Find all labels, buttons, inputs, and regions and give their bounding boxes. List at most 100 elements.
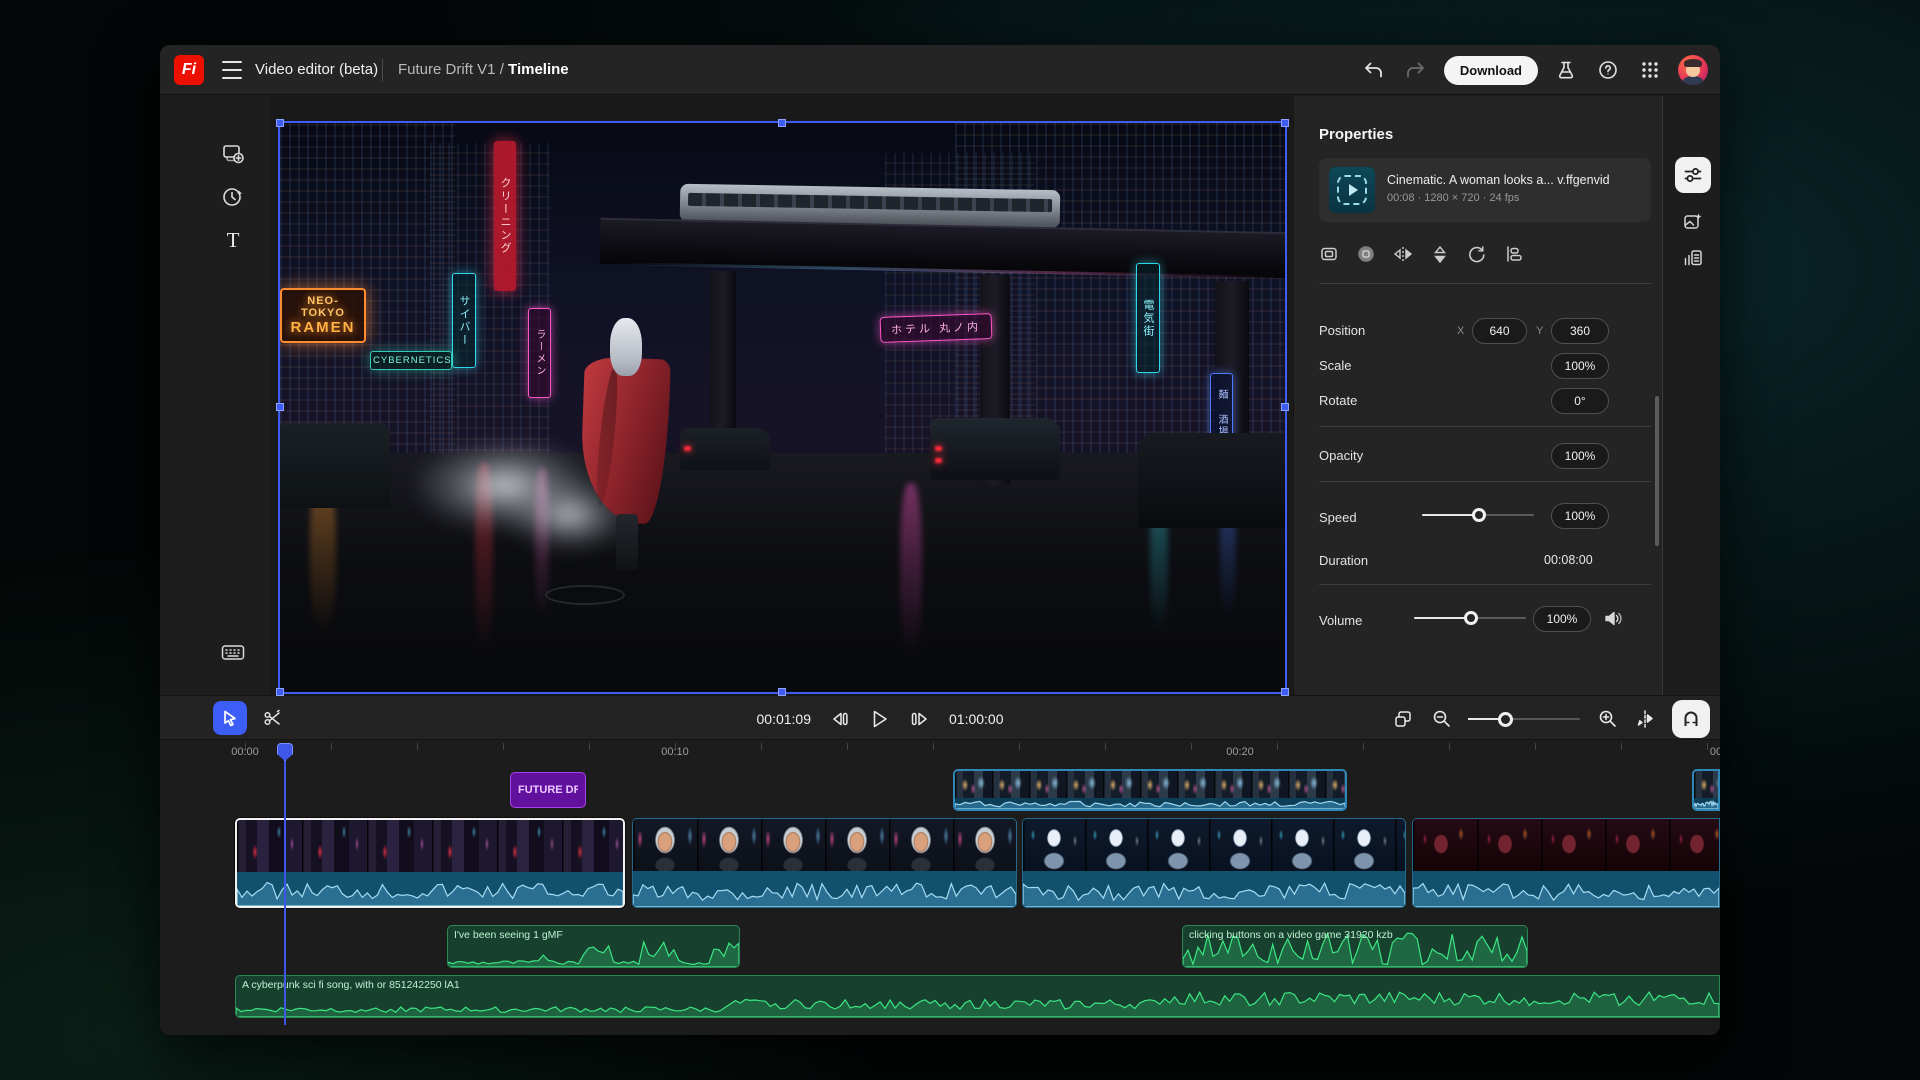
selected-clip-card[interactable]: Cinematic. A woman looks a... v.ffgenvid… xyxy=(1319,158,1651,222)
video-clip-1-selected[interactable] xyxy=(235,818,625,908)
preview-sign-cybernetics: CYBERNETICS xyxy=(370,351,452,370)
title-clip[interactable]: FUTURE DRIF xyxy=(510,772,586,808)
snap-magnet-button[interactable] xyxy=(1672,700,1710,738)
cut-tool-button[interactable] xyxy=(255,701,289,735)
apps-grid-icon[interactable] xyxy=(1636,56,1664,84)
properties-tab-button[interactable] xyxy=(1675,157,1711,193)
select-tool-button[interactable] xyxy=(213,701,247,735)
preview-vertical-sign-red: クリーニング xyxy=(494,141,516,291)
video-clip-2[interactable] xyxy=(632,818,1017,908)
audio-clip-1[interactable]: I've been seeing 1 gMF xyxy=(447,925,740,968)
zoom-controls xyxy=(1392,696,1710,741)
preview-car xyxy=(930,418,1060,480)
selection-handle[interactable] xyxy=(276,403,284,411)
avatar[interactable] xyxy=(1678,55,1708,85)
opacity-input[interactable]: 100% xyxy=(1551,443,1609,469)
firefly-logo[interactable]: Fi xyxy=(174,55,204,85)
volume-slider[interactable] xyxy=(1414,611,1526,625)
selection-handle[interactable] xyxy=(1281,403,1289,411)
speed-slider[interactable] xyxy=(1422,508,1534,522)
video-clip-4[interactable] xyxy=(1412,818,1720,908)
generative-clock-icon[interactable] xyxy=(220,184,246,210)
clip-waveform xyxy=(1413,873,1719,907)
divider xyxy=(1319,584,1651,585)
captions-list-button[interactable] xyxy=(1675,240,1711,276)
add-media-icon[interactable] xyxy=(220,140,246,166)
music-clip[interactable]: A cyberpunk sci fi song, with or 8512422… xyxy=(235,975,1720,1018)
position-y-input[interactable]: 360 xyxy=(1551,318,1609,344)
breadcrumb-project[interactable]: Future Drift V1 xyxy=(398,61,496,78)
video-preview[interactable]: クリーニング サイバー ラーメン NEO-TOKYO RAMEN CYBERNE… xyxy=(280,123,1285,692)
beta-flask-icon[interactable] xyxy=(1552,56,1580,84)
timeline-zoom-slider[interactable] xyxy=(1468,712,1580,726)
ruler-label: 00:20 xyxy=(1226,746,1254,758)
clip-actions-row xyxy=(1319,244,1524,264)
preview-character-woman xyxy=(580,318,675,573)
rotate-icon[interactable] xyxy=(1467,244,1487,264)
position-label: Position xyxy=(1319,323,1365,338)
ripple-trim-icon[interactable] xyxy=(1634,708,1656,730)
audio-clip-2[interactable]: clicking buttons on a video game 31920 k… xyxy=(1182,925,1528,968)
fit-timeline-icon[interactable] xyxy=(1392,708,1414,730)
video-clip-3[interactable] xyxy=(1022,818,1406,908)
selection-handle[interactable] xyxy=(276,688,284,696)
overlay-video-clip[interactable] xyxy=(953,769,1347,811)
total-timecode: 01:00:00 xyxy=(949,711,1004,727)
rotate-input[interactable]: 0° xyxy=(1551,388,1609,414)
scale-input[interactable]: 100% xyxy=(1551,353,1609,379)
properties-panel: Properties Cinematic. A woman looks a...… xyxy=(1293,96,1663,695)
zoom-out-icon[interactable] xyxy=(1430,708,1452,730)
step-back-icon[interactable] xyxy=(829,708,851,730)
text-tool[interactable]: T xyxy=(220,227,246,253)
overlay-video-clip-partial[interactable] xyxy=(1692,769,1720,811)
properties-title: Properties xyxy=(1319,126,1393,143)
flip-vertical-icon[interactable] xyxy=(1430,244,1450,264)
selection-handle[interactable] xyxy=(276,119,284,127)
playhead-line[interactable] xyxy=(284,743,286,1025)
crop-icon[interactable] xyxy=(1319,244,1339,264)
help-icon[interactable] xyxy=(1594,56,1622,84)
preview-car xyxy=(1138,433,1285,528)
speaker-icon[interactable] xyxy=(1604,610,1623,632)
clip-waveform xyxy=(1023,873,1405,907)
keyboard-shortcuts-icon[interactable] xyxy=(220,640,246,666)
selection-handle[interactable] xyxy=(778,688,786,696)
volume-input[interactable]: 100% xyxy=(1533,606,1591,632)
clip-thumbnails xyxy=(1694,771,1718,798)
preview-car xyxy=(680,428,770,470)
flip-horizontal-icon[interactable] xyxy=(1393,244,1413,264)
breadcrumb: Future Drift V1 / Timeline xyxy=(398,61,569,78)
ruler-label: 00:00 xyxy=(231,746,259,758)
preview-sign-hotel: ホテル 丸ノ内 xyxy=(880,313,993,343)
divider xyxy=(1319,283,1651,284)
align-icon[interactable] xyxy=(1504,244,1524,264)
preview-reflection xyxy=(900,483,922,653)
undo-icon[interactable] xyxy=(1360,56,1388,84)
selection-handle[interactable] xyxy=(1281,688,1289,696)
preview-vertical-sign-cyan: サイバー xyxy=(452,273,476,368)
timeline-ruler[interactable]: 00:00 00:10 00:20 00 xyxy=(160,741,1720,769)
clip-name: Cinematic. A woman looks a... v.ffgenvid xyxy=(1387,173,1643,187)
audio-clip-label: clicking buttons on a video game 31920 k… xyxy=(1189,929,1393,941)
clip-thumbnails xyxy=(633,819,1016,871)
edit-media-button[interactable] xyxy=(1675,204,1711,240)
selection-handle[interactable] xyxy=(778,119,786,127)
y-label: Y xyxy=(1536,325,1543,337)
preview-vertical-sign-denki: 電気街 xyxy=(1136,263,1160,373)
redo-icon[interactable] xyxy=(1402,56,1430,84)
position-x-input[interactable]: 640 xyxy=(1472,318,1527,344)
speed-input[interactable]: 100% xyxy=(1551,503,1609,529)
hamburger-menu-icon[interactable] xyxy=(222,61,242,79)
selection-handle[interactable] xyxy=(1281,119,1289,127)
ruler-label: 00 xyxy=(1710,746,1720,758)
step-forward-icon[interactable] xyxy=(909,708,931,730)
right-toolbar xyxy=(1664,96,1720,695)
divider xyxy=(1319,426,1651,427)
x-label: X xyxy=(1457,325,1464,337)
download-button[interactable]: Download xyxy=(1444,56,1538,85)
play-icon[interactable] xyxy=(869,708,891,730)
mask-icon[interactable] xyxy=(1356,244,1376,264)
zoom-in-icon[interactable] xyxy=(1596,708,1618,730)
clip-waveform xyxy=(955,798,1345,809)
properties-scrollbar[interactable] xyxy=(1655,396,1659,546)
